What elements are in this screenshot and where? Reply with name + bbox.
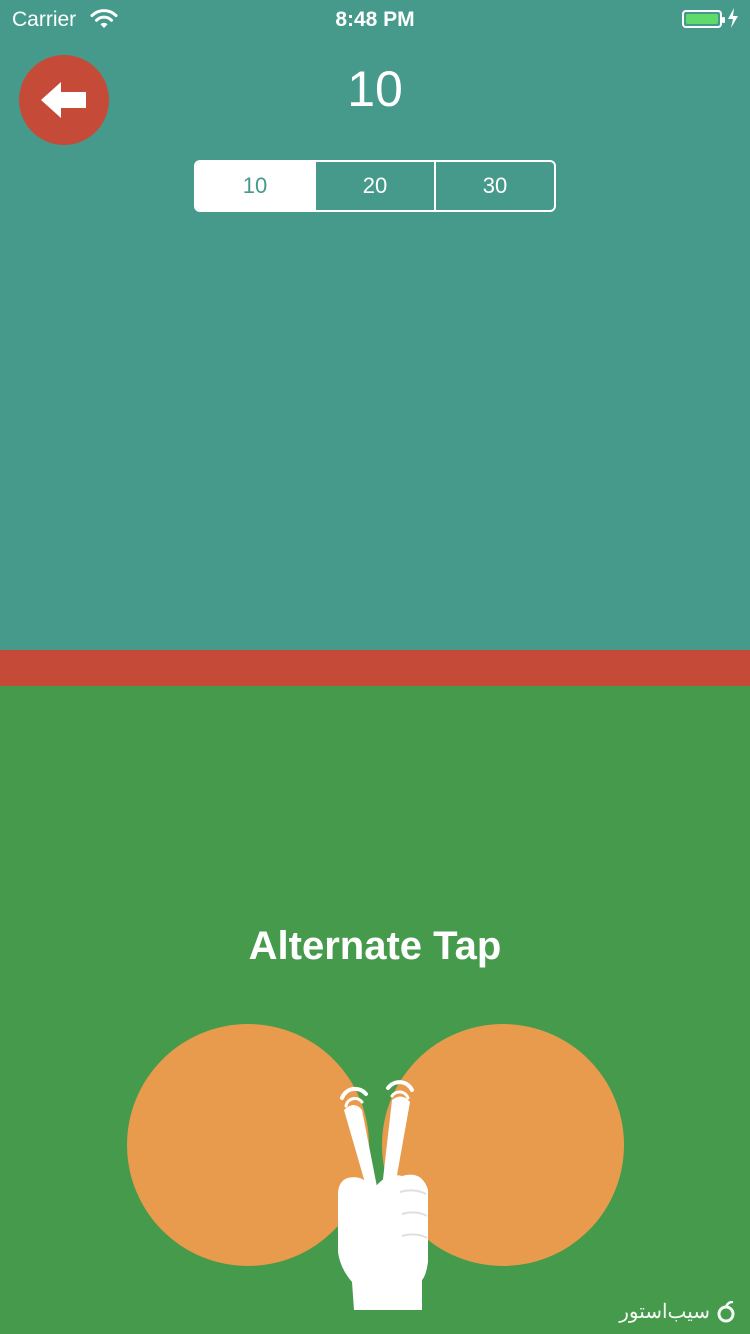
instruction-title: Alternate Tap — [248, 924, 502, 968]
charging-icon — [726, 7, 740, 29]
segment-30[interactable]: 30 — [434, 162, 554, 210]
top-panel[interactable]: Carrier 8:48 PM 10 10 20 30 — [0, 0, 750, 650]
two-finger-tap-hand-icon — [338, 1080, 428, 1310]
status-time: 8:48 PM — [335, 8, 415, 31]
progress-divider — [0, 650, 750, 686]
watermark-text: سیب‌استور — [619, 1301, 710, 1323]
watermark-logo-icon — [717, 1300, 735, 1322]
watermark: سیب‌استور — [619, 1299, 736, 1324]
segment-10[interactable]: 10 — [196, 162, 314, 210]
battery-icon — [682, 10, 725, 28]
tap-count: 10 — [347, 61, 403, 117]
bottom-panel[interactable]: Alternate Tap سیب‌استور — [0, 686, 750, 1334]
segment-20[interactable]: 20 — [314, 162, 434, 210]
count-segmented-control[interactable]: 10 20 30 — [194, 160, 556, 212]
status-bar: Carrier 8:48 PM — [0, 0, 750, 40]
